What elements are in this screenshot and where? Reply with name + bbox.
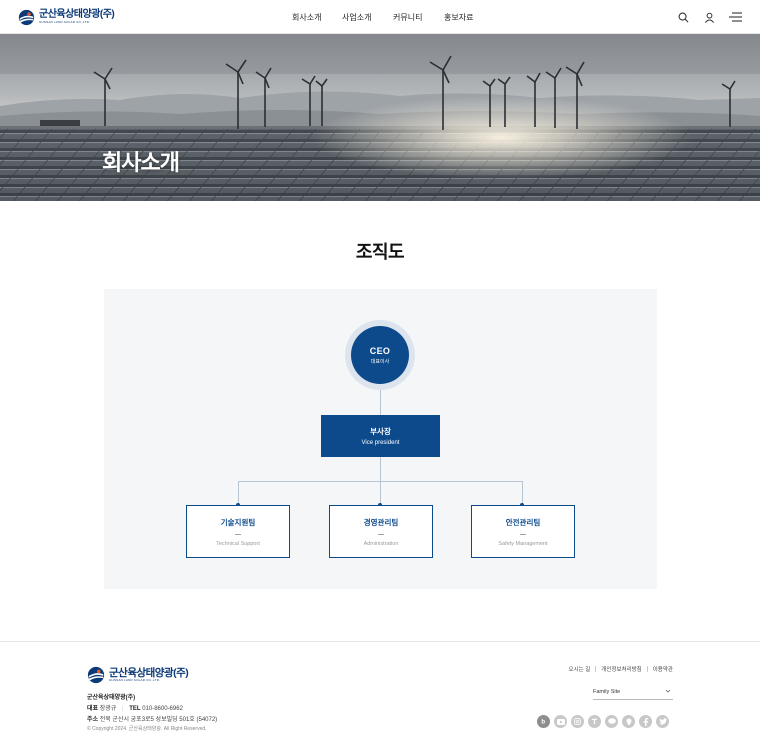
pin-icon[interactable] (622, 715, 635, 728)
header-icons (676, 10, 742, 24)
addr-value: 전북 군산시 궁포3로5 성보빌딩 501호 (54072) (99, 717, 218, 723)
team-node-safety: 안전관리팀 Safety Management (471, 505, 575, 558)
vp-sub: Vice president (361, 440, 400, 446)
footer-logo-sub: GUNSAN LAND SOLAR CO.,LTD. (109, 678, 161, 683)
divider (646, 666, 648, 672)
ceo-sub: 대표이사 (370, 358, 390, 365)
tel-value: 010-8600-6962 (142, 706, 183, 712)
team-divider (378, 534, 384, 535)
team-title: 기술지원팀 (220, 518, 256, 527)
team-sub: Safety Management (498, 541, 548, 547)
footer-logo[interactable]: 군산육상태양광(주) GUNSAN LAND SOLAR CO.,LTD. (87, 666, 189, 684)
ceo-node: CEO 대표이사 (351, 326, 409, 384)
main-nav: 회사소개 사업소개 커뮤니티 홍보자료 (0, 0, 760, 34)
footer-address: 주소 전북 군산시 궁포3로5 성보빌딩 501호 (54072) (87, 714, 217, 723)
hero-banner: 회사소개 (0, 34, 760, 201)
footer-link-directions[interactable]: 오시는 길 (568, 665, 590, 673)
footer-contact: 대표 장광규 | TEL 010-8600-6962 (87, 706, 183, 712)
divider (595, 666, 597, 672)
team-node-administration: 경영관리팀 Administration (329, 505, 433, 558)
footer-link-privacy[interactable]: 개인정보처리방침 (601, 665, 641, 673)
tel-label: TEL (129, 706, 141, 712)
user-icon[interactable] (702, 10, 716, 24)
section-title: 조직도 (355, 242, 405, 262)
logo-mark-icon (87, 666, 105, 684)
chevron-down-icon (665, 688, 671, 696)
addr-label: 주소 (87, 717, 99, 723)
footer-links: 오시는 길 개인정보처리방침 이용약관 (568, 665, 673, 673)
footer-company: 군산육상태양광(주) (87, 695, 136, 701)
instagram-icon[interactable] (571, 715, 584, 728)
team-title: 안전관리팀 (505, 518, 541, 527)
copyright: © Copyright 2024. 군산육상태양광. All Right Res… (87, 726, 207, 732)
family-site-select[interactable]: Family Site (593, 686, 673, 700)
youtube-icon[interactable] (554, 715, 567, 728)
nav-item-company[interactable]: 회사소개 (292, 12, 321, 23)
menu-icon[interactable] (728, 10, 742, 24)
nav-item-community[interactable]: 커뮤니티 (393, 12, 422, 23)
footer-logo-text: 군산육상태양광(주) (109, 666, 189, 679)
team-title: 경영관리팀 (363, 518, 399, 527)
team-divider (235, 534, 241, 535)
sns-links: b (537, 715, 669, 728)
team-sub: Technical Support (216, 541, 260, 547)
t-icon[interactable] (588, 715, 601, 728)
nav-item-pr[interactable]: 홍보자료 (444, 12, 473, 23)
vp-node: 부사장 Vice president (321, 415, 440, 457)
vp-title: 부사장 (370, 427, 391, 436)
family-site-label: Family Site (593, 689, 621, 695)
search-icon[interactable] (676, 10, 690, 24)
rep-name: 장광규 (99, 706, 117, 712)
connector-ceo-vp (380, 390, 381, 415)
svg-text:b: b (541, 719, 545, 725)
connector-right (522, 481, 523, 505)
talk-icon[interactable] (605, 715, 618, 728)
site-footer: 군산육상태양광(주) GUNSAN LAND SOLAR CO.,LTD. 군산… (0, 641, 760, 752)
blog-icon[interactable]: b (537, 715, 550, 728)
team-divider (520, 534, 526, 535)
team-node-technical: 기술지원팀 Technical Support (186, 505, 290, 558)
hero-title: 회사소개 (102, 150, 180, 175)
site-header: 군산육상태양광(주) GUNSAN LAND SOLAR CO.,LTD. 회사… (0, 0, 760, 34)
rep-label: 대표 (87, 706, 99, 712)
facebook-icon[interactable] (639, 715, 652, 728)
ceo-title: CEO (369, 345, 391, 356)
footer-link-terms[interactable]: 이용약관 (653, 665, 673, 673)
twitter-icon[interactable] (656, 715, 669, 728)
connector-horizontal (238, 481, 523, 482)
team-sub: Administration (363, 541, 399, 547)
nav-item-business[interactable]: 사업소개 (342, 12, 371, 23)
connector-left (238, 481, 239, 505)
